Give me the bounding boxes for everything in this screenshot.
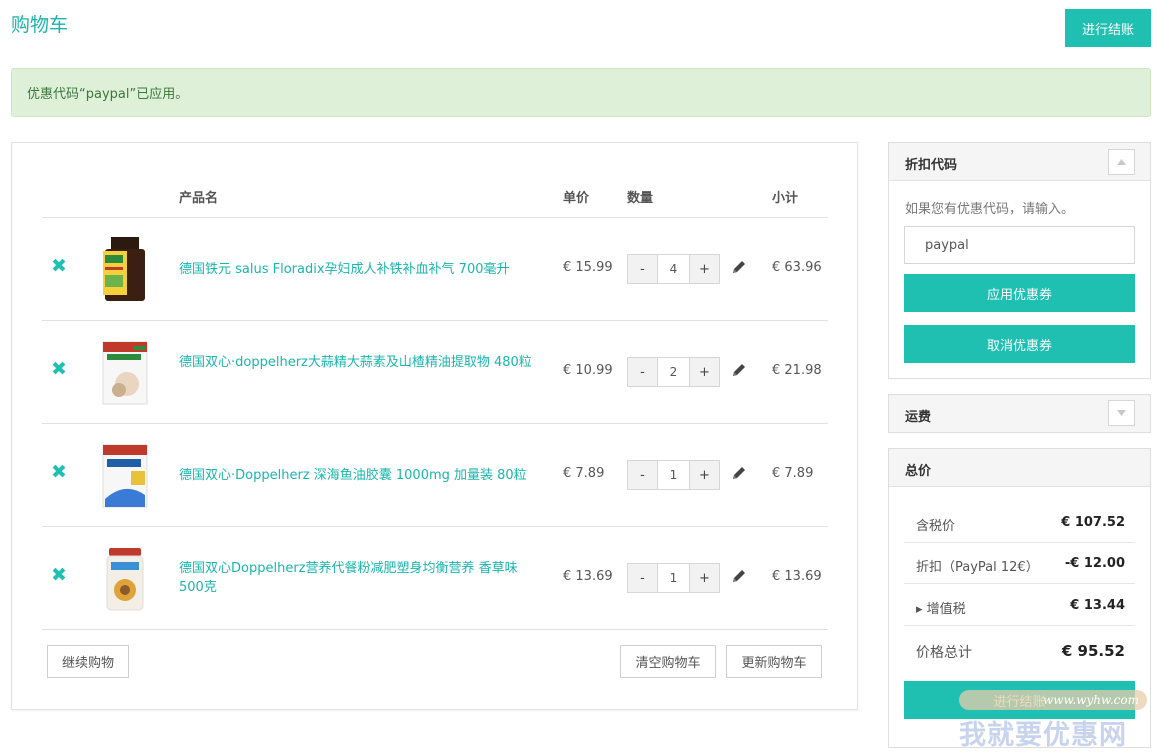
shipping-panel-title: 运费	[905, 410, 932, 425]
product-thumbnail[interactable]	[97, 338, 153, 406]
header-qty: 数量	[627, 191, 654, 206]
total-row-discount: 折扣（PayPal 12€） -€ 12.00	[904, 544, 1135, 584]
quantity-stepper: - 4 +	[627, 254, 720, 284]
continue-shopping-button[interactable]: 继续购物	[47, 645, 129, 678]
divider	[42, 629, 828, 630]
qty-minus-button[interactable]: -	[628, 461, 657, 489]
remove-item-icon[interactable]: ✖	[51, 358, 67, 380]
qty-minus-button[interactable]: -	[628, 564, 657, 592]
cart-row: ✖ 德国双心Doppelherz营养代餐粉减肥塑身均衡营养 香草味 500克 €…	[42, 527, 828, 630]
page-title: 购物车	[11, 14, 69, 36]
cart-row: ✖ 德国铁元 salus Floradix孕妇成人补铁补血补气 700毫升 € …	[42, 218, 828, 321]
checkout-button-top[interactable]: 进行结账	[1065, 9, 1151, 47]
total-row-vat[interactable]: ▸ 增值税 € 13.44	[904, 586, 1135, 626]
chevron-up-icon	[1117, 159, 1126, 165]
qty-input[interactable]: 1	[657, 564, 690, 592]
totals-panel-header: 总价	[889, 449, 1150, 487]
row-label: ▸ 增值税	[916, 602, 966, 617]
update-cart-button[interactable]: 更新购物车	[726, 645, 822, 678]
product-name-link[interactable]: 德国双心·doppelherz大蒜精大蒜素及山楂精油提取物 480粒	[179, 353, 544, 372]
pencil-icon[interactable]	[731, 465, 747, 481]
remove-item-icon[interactable]: ✖	[51, 461, 67, 483]
product-name-link[interactable]: 德国铁元 salus Floradix孕妇成人补铁补血补气 700毫升	[179, 260, 544, 279]
cancel-coupon-button[interactable]: 取消优惠券	[904, 325, 1135, 363]
unit-price: € 13.69	[563, 569, 613, 584]
coupon-panel-header[interactable]: 折扣代码	[889, 143, 1150, 181]
chevron-down-icon	[1117, 410, 1126, 416]
coupon-panel: 折扣代码 如果您有优惠代码，请输入。 应用优惠券 取消优惠券	[888, 142, 1151, 379]
product-name-link[interactable]: 德国双心Doppelherz营养代餐粉减肥塑身均衡营养 香草味 500克	[179, 559, 544, 597]
qty-input[interactable]: 4	[657, 255, 690, 283]
row-value: € 107.52	[1061, 515, 1125, 530]
shipping-panel-header[interactable]: 运费	[889, 395, 1150, 432]
quantity-stepper: - 2 +	[627, 357, 720, 387]
collapse-toggle[interactable]	[1108, 149, 1135, 175]
pencil-icon[interactable]	[731, 259, 747, 275]
apply-coupon-button[interactable]: 应用优惠券	[904, 274, 1135, 312]
qty-input[interactable]: 2	[657, 358, 690, 386]
row-subtotal: € 63.96	[772, 260, 822, 275]
header-product: 产品名	[179, 191, 219, 206]
coupon-hint: 如果您有优惠代码，请输入。	[905, 202, 1075, 217]
row-subtotal: € 21.98	[772, 363, 822, 378]
row-value: -€ 12.00	[1064, 556, 1125, 571]
row-value: € 95.52	[1061, 642, 1125, 660]
unit-price: € 7.89	[563, 466, 605, 481]
header-subtotal: 小计	[772, 191, 799, 206]
qty-plus-button[interactable]: +	[690, 564, 719, 592]
row-label: 折扣（PayPal 12€）	[916, 560, 1039, 575]
unit-price: € 10.99	[563, 363, 613, 378]
product-thumbnail[interactable]	[97, 235, 153, 303]
product-thumbnail[interactable]	[97, 544, 153, 612]
product-name-link[interactable]: 德国双心·Doppelherz 深海鱼油胶囊 1000mg 加量装 80粒	[179, 466, 544, 485]
product-thumbnail[interactable]	[97, 441, 153, 509]
cart-row: ✖ 德国双心·Doppelherz 深海鱼油胶囊 1000mg 加量装 80粒 …	[42, 424, 828, 527]
qty-plus-button[interactable]: +	[690, 461, 719, 489]
remove-item-icon[interactable]: ✖	[51, 564, 67, 586]
row-value: € 13.44	[1070, 598, 1125, 613]
totals-panel-title: 总价	[905, 464, 932, 479]
row-label: 价格总计	[916, 645, 972, 661]
remove-item-icon[interactable]: ✖	[51, 255, 67, 277]
total-row-incl-tax: 含税价 € 107.52	[904, 503, 1135, 543]
qty-minus-button[interactable]: -	[628, 358, 657, 386]
header-price: 单价	[563, 191, 590, 206]
unit-price: € 15.99	[563, 260, 613, 275]
row-label: 含税价	[916, 519, 956, 534]
checkout-button-bottom[interactable]: 进行结账	[904, 681, 1135, 719]
coupon-code-input[interactable]	[904, 226, 1135, 264]
alert-message: 优惠代码“paypal”已应用。	[27, 87, 189, 102]
pencil-icon[interactable]	[731, 568, 747, 584]
quantity-stepper: - 1 +	[627, 460, 720, 490]
coupon-applied-alert: 优惠代码“paypal”已应用。	[11, 68, 1151, 117]
coupon-panel-title: 折扣代码	[905, 158, 958, 173]
quantity-stepper: - 1 +	[627, 563, 720, 593]
cart-table: 产品名 单价 数量 小计 ✖ 德国铁元 salus Floradix孕妇成人补铁…	[11, 142, 858, 710]
total-row-grand-total: 价格总计 € 95.52	[904, 630, 1135, 670]
qty-plus-button[interactable]: +	[690, 255, 719, 283]
row-subtotal: € 13.69	[772, 569, 822, 584]
qty-plus-button[interactable]: +	[690, 358, 719, 386]
clear-cart-button[interactable]: 清空购物车	[620, 645, 716, 678]
pencil-icon[interactable]	[731, 362, 747, 378]
expand-toggle[interactable]	[1108, 400, 1135, 426]
qty-minus-button[interactable]: -	[628, 255, 657, 283]
cart-row: ✖ 德国双心·doppelherz大蒜精大蒜素及山楂精油提取物 480粒 € 1…	[42, 321, 828, 424]
totals-panel: 总价 含税价 € 107.52 折扣（PayPal 12€） -€ 12.00 …	[888, 448, 1151, 748]
qty-input[interactable]: 1	[657, 461, 690, 489]
row-subtotal: € 7.89	[772, 466, 814, 481]
shipping-panel: 运费	[888, 394, 1151, 433]
